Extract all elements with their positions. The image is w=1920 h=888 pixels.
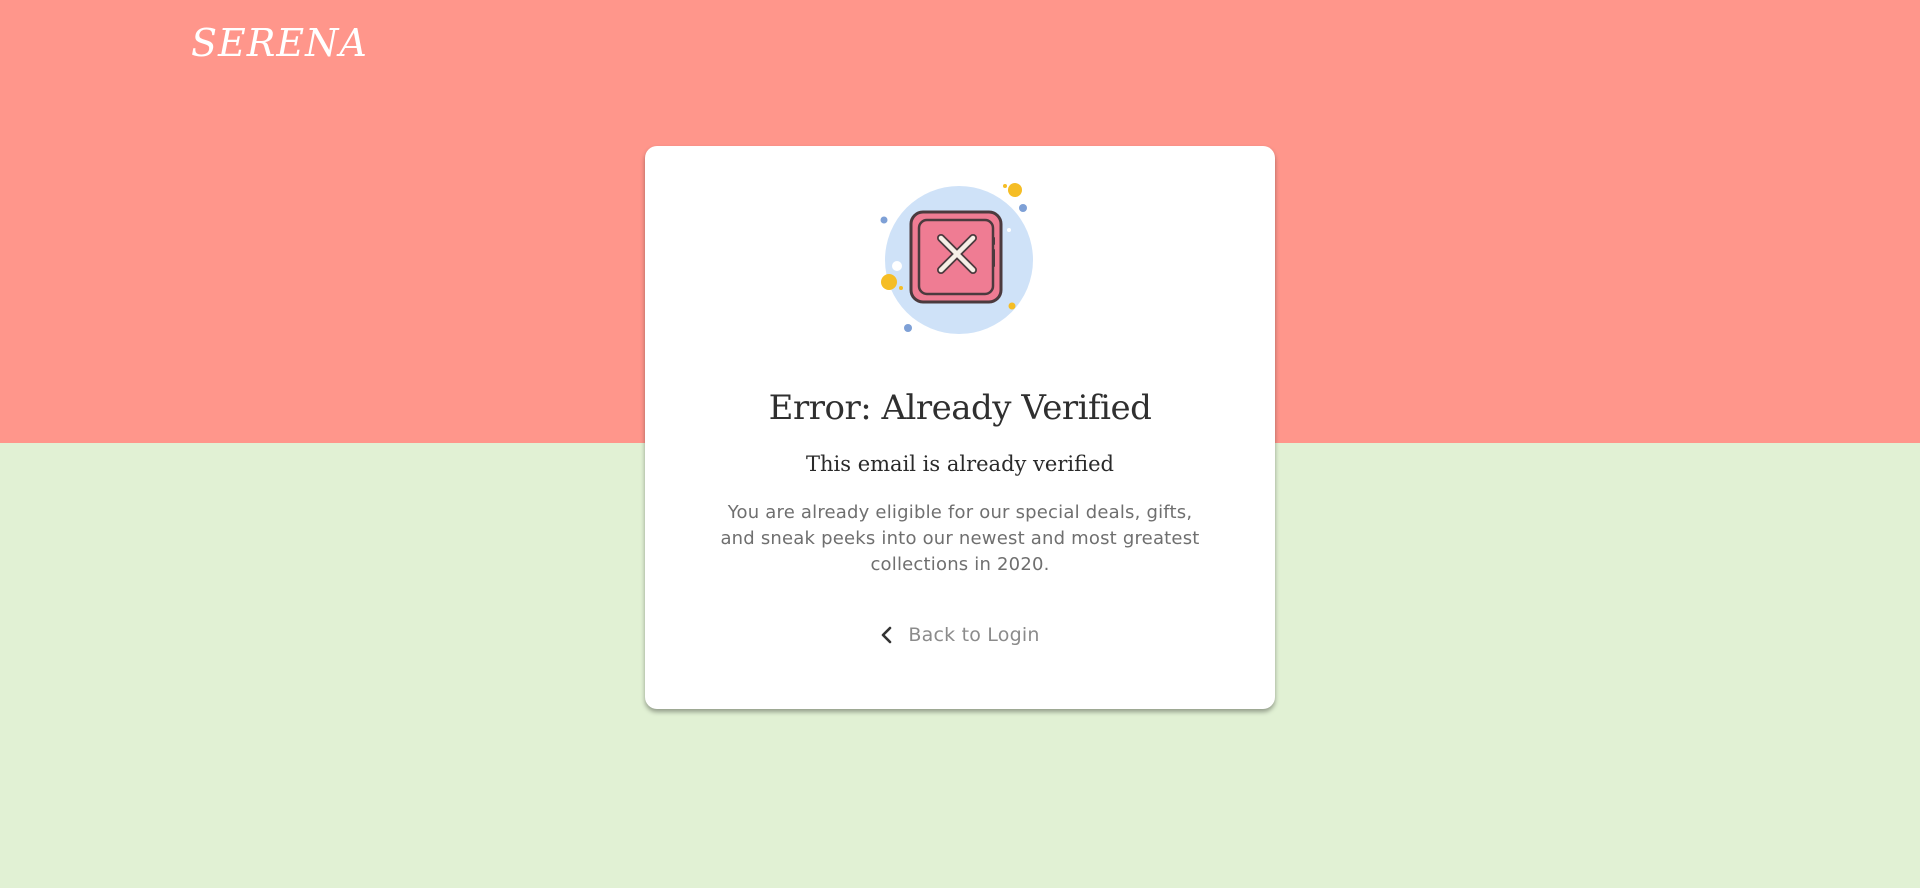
back-to-login-label: Back to Login (908, 624, 1040, 646)
error-x-icon (880, 183, 1033, 334)
page-title: Error: Already Verified (768, 388, 1152, 428)
chevron-left-icon (882, 626, 892, 644)
card-description: You are already eligible for our special… (720, 502, 1200, 575)
verification-card: Error: Already Verified This email is al… (645, 146, 1275, 709)
back-to-login-link[interactable]: Back to Login (645, 620, 1275, 650)
brand-logo[interactable]: SERENA (191, 24, 368, 62)
card-subtitle: This email is already verified (806, 452, 1114, 476)
